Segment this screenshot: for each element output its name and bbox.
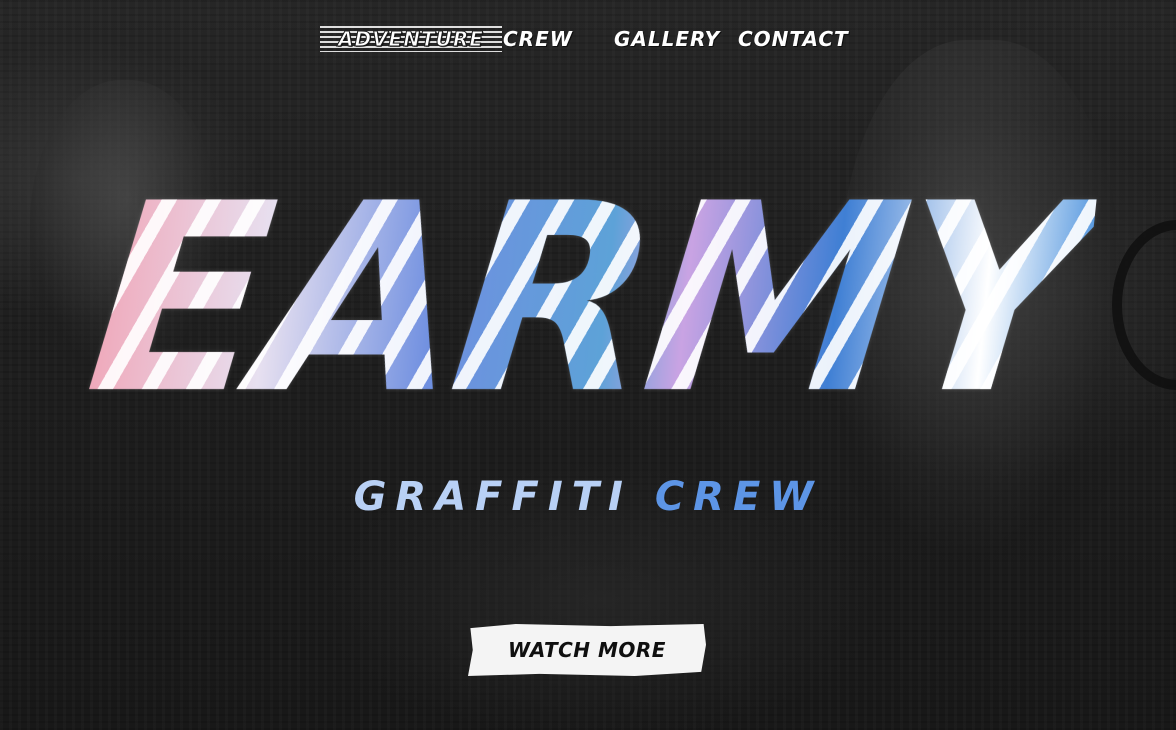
hero-title: EARMY — [70, 150, 1102, 450]
subtitle-word-graffiti: Graffiti — [353, 474, 632, 520]
watch-more-label: Watch more — [508, 638, 666, 662]
top-navigation: Adventure Crew Gallery Contact — [0, 26, 1176, 54]
hero-subtitle: Graffiti Crew — [0, 474, 1176, 520]
subtitle-word-crew: Crew — [654, 474, 823, 520]
background-ring-shape — [1112, 220, 1176, 390]
nav-item-contact[interactable]: Contact — [738, 26, 849, 52]
nav-item-gallery[interactable]: Gallery — [614, 26, 720, 52]
nav-item-adventure[interactable]: Adventure — [320, 26, 502, 52]
watch-more-button[interactable]: Watch more — [468, 624, 706, 676]
hero-section: EARMY — [70, 150, 1102, 450]
nav-item-crew[interactable]: Crew — [503, 26, 573, 52]
